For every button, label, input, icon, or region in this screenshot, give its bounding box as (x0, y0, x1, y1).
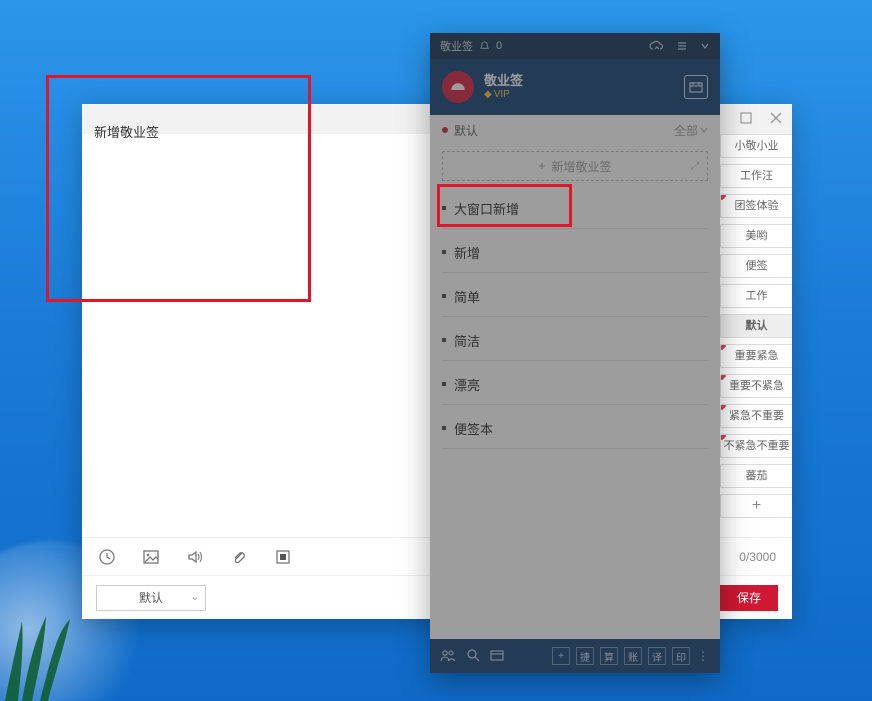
plus-icon: + (538, 159, 545, 173)
tag-item[interactable]: 重要紧急 (720, 344, 792, 368)
category-filter[interactable]: 全部 (674, 122, 708, 139)
tag-add-button[interactable]: + (720, 494, 792, 518)
list-item[interactable]: 简单 (442, 273, 708, 317)
search-icon[interactable] (466, 648, 480, 665)
category-select[interactable]: 默认 ⌄ (96, 585, 206, 611)
bullet-icon (442, 250, 446, 254)
add-note-button[interactable]: + 新增敬业签 ⤢ (442, 151, 708, 181)
tag-item[interactable]: 蕃茄 (720, 464, 792, 488)
bell-icon[interactable] (479, 41, 490, 52)
category-dot-icon (442, 127, 448, 133)
footer-translate-button[interactable]: 译 (648, 647, 666, 665)
image-icon[interactable] (142, 548, 160, 566)
save-button[interactable]: 保存 (720, 585, 778, 611)
note-text: 大窗口新增 (454, 199, 519, 218)
note-text: 简单 (454, 287, 480, 306)
note-text: 简洁 (454, 331, 480, 350)
list-item[interactable]: 便签本 (442, 405, 708, 449)
bullet-icon (442, 294, 446, 298)
desktop-grass (0, 611, 110, 701)
bullet-icon (442, 206, 446, 210)
tag-item[interactable]: 团签体验 (720, 194, 792, 218)
footer-more-icon[interactable]: ⋮ (696, 649, 710, 663)
app-titlebar-name: 敬业签 (440, 38, 473, 54)
window-close-icon[interactable] (766, 108, 786, 128)
list-item[interactable]: 漂亮 (442, 361, 708, 405)
clock-icon[interactable] (98, 548, 116, 566)
side-app-window: 敬业签 0 敬业签 ◆ VIP 默认 全部 + 新增敬业签 ⤢ 大窗口新增 新增… (430, 33, 720, 673)
add-note-label: 新增敬业签 (552, 158, 612, 175)
brand-name: 敬业签 (484, 74, 523, 88)
footer-ledger-button[interactable]: 账 (624, 647, 642, 665)
app-titlebar: 敬业签 0 (430, 33, 720, 59)
note-text: 新增 (454, 243, 480, 262)
brand-icon (442, 71, 474, 103)
expand-icon[interactable]: ⤢ (691, 161, 699, 172)
calendar-icon[interactable] (684, 75, 708, 99)
calendar-small-icon[interactable] (490, 649, 504, 664)
tag-item[interactable]: 紧急不重要 (720, 404, 792, 428)
list-item[interactable]: 新增 (442, 229, 708, 273)
bullet-icon (442, 382, 446, 386)
app-header: 敬业签 ◆ VIP (430, 59, 720, 115)
notification-count: 0 (496, 40, 502, 52)
tag-item[interactable]: 便签 (720, 254, 792, 278)
bullet-icon (442, 338, 446, 342)
tag-item[interactable]: 不紧急不重要 (720, 434, 792, 458)
menu-icon[interactable] (676, 40, 688, 52)
tag-item[interactable]: 小敬小业 (720, 134, 792, 158)
contacts-icon[interactable] (440, 648, 456, 665)
vip-label: VIP (494, 89, 510, 100)
note-list: 大窗口新增 新增 简单 简洁 漂亮 便签本 (430, 185, 720, 449)
note-text: 漂亮 (454, 375, 480, 394)
chevron-down-icon[interactable] (700, 41, 710, 51)
list-item[interactable]: 简洁 (442, 317, 708, 361)
footer-calc-button[interactable]: 算 (600, 647, 618, 665)
tag-item[interactable]: 工作汪 (720, 164, 792, 188)
note-text: 便签本 (454, 419, 493, 438)
stop-icon[interactable] (274, 548, 292, 566)
bullet-icon (442, 426, 446, 430)
category-label: 默认 (454, 122, 478, 139)
window-minimize-icon[interactable] (736, 108, 756, 128)
footer-shortcut-button[interactable]: 捷 (576, 647, 594, 665)
app-footer: + 捷 算 账 译 印 ⋮ (430, 639, 720, 673)
category-select-label: 默认 (139, 589, 163, 606)
category-filter-label: 全部 (674, 122, 698, 139)
sound-icon[interactable] (186, 548, 204, 566)
tag-item[interactable]: 美哟 (720, 224, 792, 248)
chevron-down-icon (700, 126, 708, 134)
chevron-down-icon: ⌄ (191, 592, 199, 603)
list-item[interactable]: 大窗口新增 (442, 185, 708, 229)
tag-item-active[interactable]: 默认 (720, 314, 792, 338)
tag-item[interactable]: 重要不紧急 (720, 374, 792, 398)
attachment-icon[interactable] (230, 548, 248, 566)
cloud-sync-icon[interactable] (648, 40, 664, 52)
footer-print-button[interactable]: 印 (672, 647, 690, 665)
vip-badge: ◆ VIP (484, 89, 523, 100)
tag-rail: 小敬小业 工作汪 团签体验 美哟 便签 工作 默认 重要紧急 重要不紧急 紧急不… (720, 134, 792, 524)
tag-item[interactable]: 工作 (720, 284, 792, 308)
footer-plus-button[interactable]: + (552, 647, 570, 665)
char-count: 0/3000 (739, 550, 776, 564)
app-category-bar[interactable]: 默认 全部 (430, 115, 720, 145)
